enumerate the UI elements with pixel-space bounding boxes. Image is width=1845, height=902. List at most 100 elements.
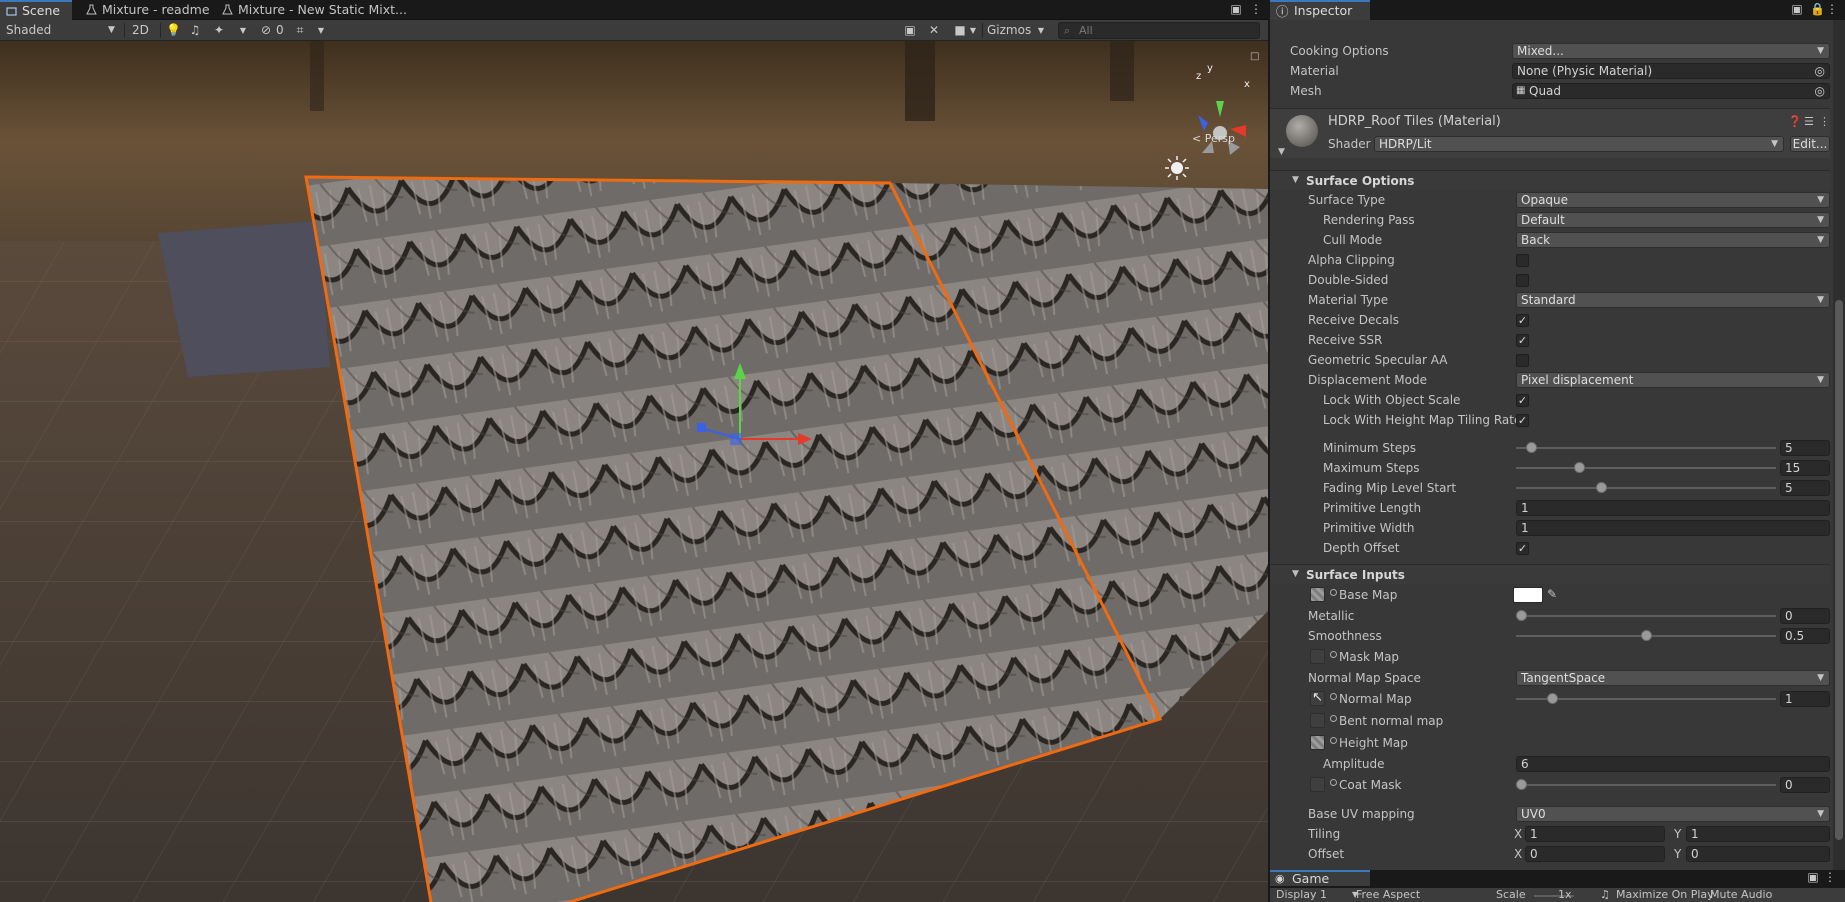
maximum-steps-input[interactable]: 15 (1780, 460, 1830, 476)
inspector-scrollbar[interactable] (1833, 20, 1845, 870)
foldout-arrow-icon[interactable]: ▼ (1278, 147, 1285, 157)
surface-inputs-header[interactable]: ▼ Surface Inputs (1270, 564, 1830, 584)
render-mode-icon[interactable]: ■ (952, 23, 968, 38)
smoothness-input[interactable]: 0.5 (1780, 628, 1830, 644)
receive-decals-checkbox[interactable]: ✓ (1516, 314, 1529, 327)
displacement-mode-dropdown[interactable]: Pixel displacement ▼ (1516, 372, 1830, 388)
more-menu-icon[interactable]: ⋮ (1819, 115, 1830, 128)
offset-x-input[interactable]: 0 (1525, 846, 1665, 862)
object-picker-icon[interactable] (1330, 589, 1337, 596)
tools-icon[interactable]: ✕ (926, 23, 942, 38)
chevron-down-icon[interactable]: ▼ (968, 23, 978, 38)
tab-inspector[interactable]: ⓘ Inspector (1270, 0, 1370, 20)
mask-map-texture-slot[interactable] (1310, 649, 1325, 664)
height-map-texture-slot[interactable] (1310, 735, 1325, 750)
primitive-length-input[interactable]: 1 (1516, 500, 1830, 516)
lock-height-tiling-checkbox[interactable]: ✓ (1516, 414, 1529, 427)
object-picker-icon[interactable] (1330, 779, 1337, 786)
shader-dropdown[interactable]: HDRP/Lit ▼ (1374, 136, 1784, 152)
aspect-dropdown[interactable]: Free Aspect (1356, 888, 1420, 902)
help-icon[interactable]: ❓ (1788, 115, 1802, 128)
bent-normal-map-texture-slot[interactable] (1310, 713, 1325, 728)
display-dropdown[interactable]: Display 1 (1276, 888, 1327, 902)
tab-scene[interactable]: Scene (0, 0, 72, 20)
slider-knob[interactable] (1516, 779, 1527, 790)
cooking-options-dropdown[interactable]: Mixed... ▼ (1512, 43, 1830, 59)
tab-mixture-static[interactable]: Mixture - New Static Mixt... (216, 0, 415, 20)
metallic-input[interactable]: 0 (1780, 608, 1830, 624)
rendering-pass-dropdown[interactable]: Default ▼ (1516, 212, 1830, 228)
cull-mode-dropdown[interactable]: Back ▼ (1516, 232, 1830, 248)
lighting-icon[interactable]: 💡 (166, 23, 181, 38)
object-picker-icon[interactable] (1330, 651, 1337, 658)
object-picker-icon[interactable]: ◎ (1815, 64, 1825, 78)
slider-knob[interactable] (1526, 442, 1537, 453)
tiling-x-input[interactable]: 1 (1525, 826, 1665, 842)
object-picker-icon[interactable] (1330, 693, 1337, 700)
slider-knob[interactable] (1547, 693, 1559, 704)
double-sided-checkbox[interactable] (1516, 274, 1529, 287)
geometric-specular-aa-checkbox[interactable] (1516, 354, 1529, 367)
slider-knob[interactable] (1596, 482, 1607, 493)
more-menu-icon[interactable]: ⋮ (1824, 870, 1836, 885)
fading-mip-input[interactable]: 5 (1780, 480, 1830, 496)
surface-type-dropdown[interactable]: Opaque ▼ (1516, 192, 1830, 208)
slider-track[interactable] (1516, 615, 1776, 617)
lock-object-scale-checkbox[interactable]: ✓ (1516, 394, 1529, 407)
base-color-swatch[interactable] (1513, 587, 1543, 603)
edit-shader-button[interactable]: Edit... (1790, 136, 1830, 152)
mesh-field[interactable]: ▦ Quad ◎ (1512, 83, 1830, 99)
audio-icon[interactable]: ♫ (188, 23, 202, 38)
slider-knob[interactable] (1516, 610, 1527, 621)
camera-icon[interactable]: ▣ (1790, 2, 1804, 17)
scene-viewport[interactable]: y x z < Persp □ (0, 41, 1268, 902)
more-menu-icon[interactable]: ⋮ (1826, 2, 1838, 17)
camera-icon[interactable]: ▣ (1228, 2, 1244, 17)
normal-scale-input[interactable]: 1 (1780, 691, 1830, 707)
offset-y-input[interactable]: 0 (1686, 846, 1830, 862)
tab-mixture-readme[interactable]: Mixture - readme (80, 0, 218, 20)
tiling-y-input[interactable]: 1 (1686, 826, 1830, 842)
material-type-dropdown[interactable]: Standard ▼ (1516, 292, 1830, 308)
slider-knob[interactable] (1573, 462, 1585, 473)
physic-material-field[interactable]: None (Physic Material) ◎ (1512, 63, 1830, 79)
primitive-width-input[interactable]: 1 (1516, 520, 1830, 536)
chevron-down-icon[interactable]: ▼ (1036, 23, 1046, 38)
object-picker-icon[interactable]: ◎ (1815, 84, 1825, 98)
object-picker-icon[interactable] (1330, 737, 1337, 744)
receive-ssr-checkbox[interactable]: ✓ (1516, 334, 1529, 347)
gizmos-button[interactable]: Gizmos (987, 20, 1031, 41)
amplitude-input[interactable]: 6 (1516, 756, 1830, 772)
slider-track[interactable] (1516, 447, 1776, 449)
shading-mode-dropdown[interactable]: Shaded ▼ (6, 20, 118, 41)
minimum-steps-input[interactable]: 5 (1780, 440, 1830, 456)
preset-icon[interactable]: ☰ (1804, 115, 1814, 128)
depth-offset-checkbox[interactable]: ✓ (1516, 542, 1529, 555)
effects-icon[interactable]: ✦ (212, 23, 226, 38)
2d-toggle-button[interactable]: 2D (132, 20, 149, 41)
alpha-clipping-checkbox[interactable] (1516, 254, 1529, 267)
lock-icon[interactable]: 🔒 (1810, 2, 1825, 17)
chevron-down-icon[interactable]: ▼ (238, 23, 248, 38)
mute-audio-toggle[interactable]: Mute Audio (1710, 888, 1772, 902)
scrollbar-thumb[interactable] (1835, 300, 1843, 840)
hidden-objects-icon[interactable]: ⊘ (258, 23, 274, 38)
slider-knob[interactable] (1641, 630, 1652, 641)
perspective-label[interactable]: < Persp (1192, 132, 1235, 145)
directional-light-icon[interactable] (1165, 156, 1189, 180)
coat-mask-texture-slot[interactable] (1310, 777, 1325, 792)
eyedropper-icon[interactable]: ✎ (1547, 587, 1557, 601)
more-menu-icon[interactable]: ⋮ (1250, 2, 1262, 17)
base-uv-mapping-dropdown[interactable]: UV0 ▼ (1516, 806, 1830, 822)
surface-options-header[interactable]: ▼ Surface Options (1270, 170, 1830, 190)
coat-mask-input[interactable]: 0 (1780, 777, 1830, 793)
tab-game[interactable]: ◉ Game (1270, 870, 1370, 886)
lock-icon[interactable]: □ (1250, 51, 1259, 62)
grid-icon[interactable]: ⌗ (292, 23, 308, 38)
base-map-texture-slot[interactable] (1310, 587, 1325, 602)
scene-search-input[interactable]: ⌕ All (1058, 22, 1260, 39)
camera-icon[interactable]: ▣ (902, 23, 918, 38)
maximize-on-play-toggle[interactable]: Maximize On Play (1616, 888, 1714, 902)
slider-track[interactable] (1516, 487, 1776, 489)
chevron-down-icon[interactable]: ▼ (316, 23, 326, 38)
